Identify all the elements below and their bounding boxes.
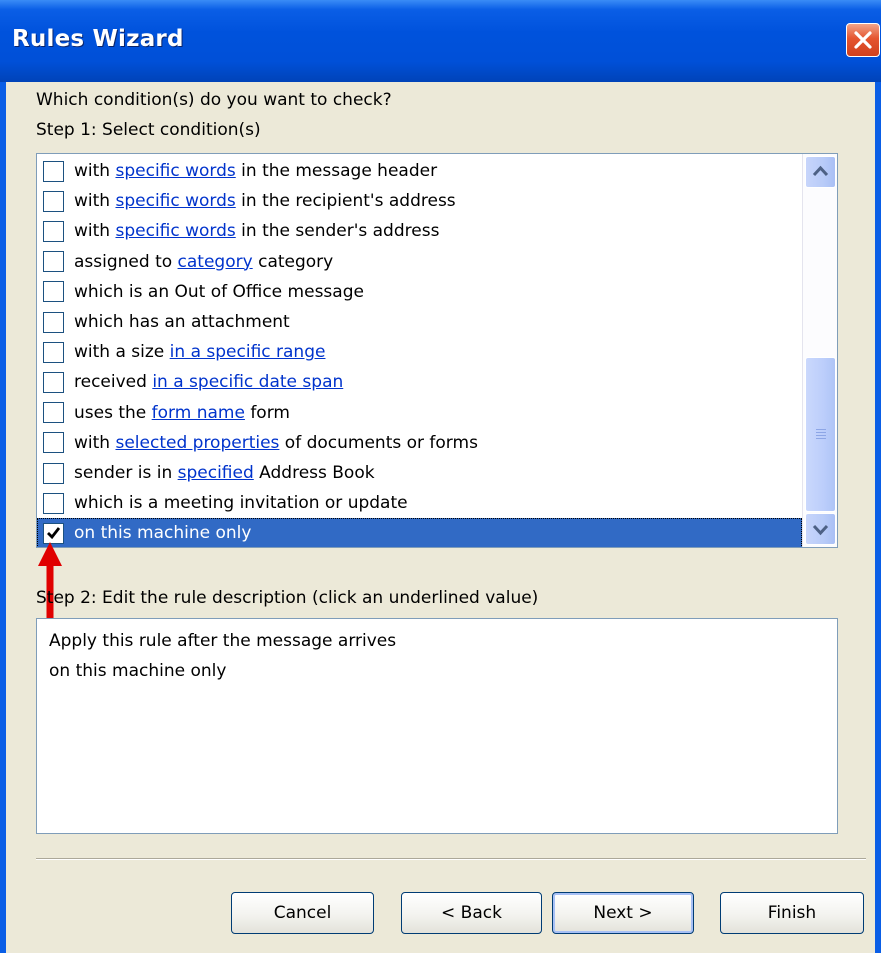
condition-text: assigned to category category — [74, 252, 333, 272]
condition-row[interactable]: which is an Out of Office message — [37, 277, 802, 307]
condition-checkbox[interactable] — [43, 311, 64, 333]
condition-value-link[interactable]: specified — [178, 463, 254, 483]
window-frame-right — [875, 82, 881, 953]
condition-row[interactable]: with specific words in the recipient's a… — [37, 186, 802, 216]
condition-row[interactable]: which has an attachment — [37, 307, 802, 337]
condition-row[interactable]: with a size in a specific range — [37, 337, 802, 367]
back-button[interactable]: < Back — [401, 892, 542, 934]
description-line: on this machine only — [49, 661, 227, 681]
red-up-arrow-icon — [38, 542, 62, 628]
condition-checkbox[interactable] — [43, 160, 64, 182]
condition-text-part: form — [244, 402, 290, 423]
step2-label: Step 2: Edit the rule description (click… — [36, 588, 539, 608]
condition-checkbox[interactable] — [43, 432, 64, 454]
condition-row[interactable]: assigned to category category — [37, 247, 802, 277]
condition-row[interactable]: with selected properties of documents or… — [37, 428, 802, 458]
condition-text-part: with — [74, 221, 116, 242]
condition-text: with specific words in the message heade… — [74, 161, 437, 181]
condition-value-link[interactable]: in a specific range — [170, 342, 326, 362]
condition-text-part: with — [74, 191, 116, 212]
scroll-thumb[interactable] — [805, 357, 836, 512]
separator-line — [36, 858, 866, 860]
scroll-down-button[interactable] — [805, 513, 836, 545]
condition-value-link[interactable]: specific words — [115, 161, 235, 181]
condition-value-link[interactable]: category — [178, 252, 253, 272]
thumb-grip-line — [816, 435, 826, 436]
condition-text: with specific words in the recipient's a… — [74, 191, 456, 211]
title-bar: Rules Wizard — [0, 0, 881, 82]
condition-text-part: with a size — [74, 342, 170, 363]
condition-text-part: received — [74, 372, 153, 393]
condition-text-part: with — [74, 161, 116, 181]
condition-text-part: of documents or forms — [279, 432, 478, 453]
chevron-down-icon — [812, 524, 829, 536]
next-button[interactable]: Next > — [552, 892, 694, 934]
vertical-scrollbar[interactable] — [802, 154, 837, 547]
condition-value-link[interactable]: in a specific date span — [152, 372, 343, 392]
condition-text-part: on this machine only — [74, 523, 252, 544]
condition-text-part: in the message header — [235, 161, 438, 181]
condition-row[interactable]: with specific words in the sender's addr… — [37, 216, 802, 246]
scroll-up-button[interactable] — [805, 156, 836, 188]
condition-text-part: which is a meeting invitation or update — [74, 493, 408, 514]
thumb-grip-line — [816, 438, 826, 439]
condition-text-part: category — [252, 251, 334, 272]
condition-value-link[interactable]: specific words — [115, 221, 235, 241]
condition-text-part: assigned to — [74, 251, 178, 272]
condition-checkbox[interactable] — [43, 281, 64, 303]
thumb-grip-line — [816, 429, 826, 430]
prompt-text: Which condition(s) do you want to check? — [36, 90, 392, 110]
condition-row[interactable]: received in a specific date span — [37, 367, 802, 397]
description-line: Apply this rule after the message arrive… — [49, 631, 397, 651]
condition-text-part: with — [74, 432, 116, 453]
condition-text: which is a meeting invitation or update — [74, 493, 408, 513]
rule-description-box[interactable]: Apply this rule after the message arrive… — [36, 618, 838, 834]
window-title: Rules Wizard — [12, 26, 184, 52]
condition-checkbox[interactable] — [43, 251, 64, 273]
condition-checkbox[interactable] — [43, 371, 64, 393]
condition-text: which has an attachment — [74, 312, 290, 332]
condition-value-link[interactable]: selected properties — [115, 433, 279, 453]
condition-row[interactable]: with specific words in the message heade… — [37, 156, 802, 186]
condition-text: with specific words in the sender's addr… — [74, 221, 439, 241]
condition-row[interactable]: which is a meeting invitation or update — [37, 488, 802, 518]
condition-checkbox[interactable] — [43, 462, 64, 484]
condition-row[interactable]: uses the form name form — [37, 398, 802, 428]
condition-text: sender is in specified Address Book — [74, 463, 375, 483]
conditions-listbox[interactable]: with specific words in the message heade… — [36, 153, 838, 548]
finish-button[interactable]: Finish — [720, 892, 864, 934]
condition-value-link[interactable]: specific words — [115, 191, 235, 211]
condition-text-part: which has an attachment — [74, 312, 290, 332]
condition-text: on this machine only — [74, 523, 251, 543]
condition-text: with a size in a specific range — [74, 342, 325, 362]
condition-text-part: in the recipient's address — [235, 191, 456, 212]
chevron-up-icon — [812, 165, 829, 177]
condition-text: with selected properties of documents or… — [74, 433, 478, 453]
condition-text: uses the form name form — [74, 403, 290, 423]
condition-row[interactable]: sender is in specified Address Book — [37, 458, 802, 488]
condition-text-part: sender is in — [74, 463, 178, 483]
condition-checkbox[interactable] — [43, 492, 64, 514]
close-icon — [854, 31, 872, 49]
condition-text: received in a specific date span — [74, 372, 343, 392]
cancel-button[interactable]: Cancel — [231, 892, 374, 934]
condition-row[interactable]: on this machine only — [37, 518, 802, 547]
close-button[interactable] — [846, 23, 880, 57]
condition-value-link[interactable]: form name — [152, 403, 245, 423]
window-frame-left — [0, 82, 6, 953]
condition-text-part: in the sender's address — [235, 221, 440, 242]
step1-label: Step 1: Select condition(s) — [36, 120, 261, 140]
thumb-grip-line — [816, 432, 826, 433]
condition-text: which is an Out of Office message — [74, 282, 364, 302]
condition-checkbox[interactable] — [43, 341, 64, 363]
condition-text-part: Address Book — [253, 463, 375, 483]
condition-text-part: which is an Out of Office message — [74, 281, 364, 302]
condition-checkbox[interactable] — [43, 220, 64, 242]
condition-checkbox[interactable] — [43, 190, 64, 212]
condition-checkbox[interactable] — [43, 402, 64, 424]
condition-text-part: uses the — [74, 402, 152, 423]
